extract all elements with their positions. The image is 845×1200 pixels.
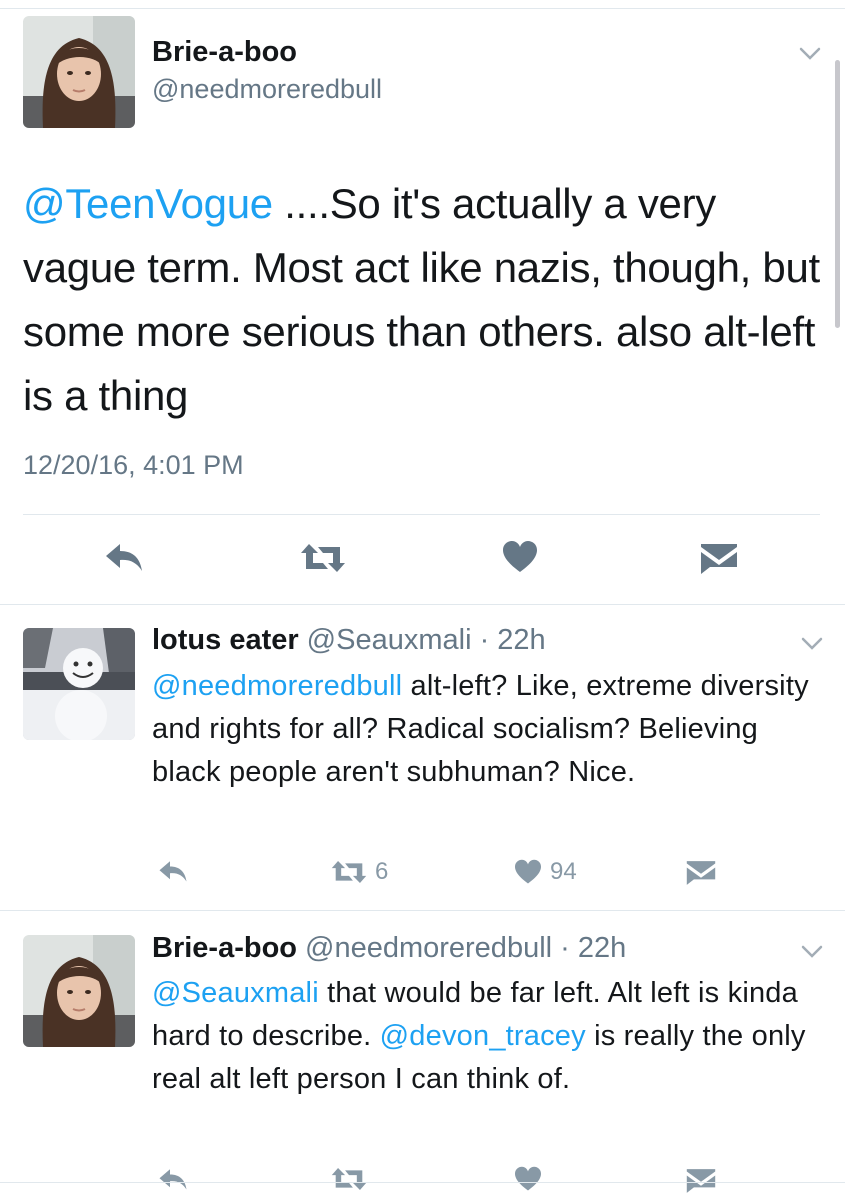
retweet-button[interactable]: 6	[331, 858, 388, 886]
divider	[0, 1182, 845, 1183]
reply-button[interactable]	[158, 858, 188, 884]
display-name[interactable]: Brie-a-boo	[152, 932, 297, 964]
direct-message-icon	[686, 861, 716, 885]
like-button[interactable]	[502, 540, 538, 574]
mention-link[interactable]: @needmoreredbull	[152, 670, 402, 702]
avatar-snowman-icon	[23, 628, 135, 740]
retweet-button[interactable]	[331, 1166, 367, 1192]
like-icon	[503, 541, 537, 572]
reply-text: @Seauxmali that would be far left. Alt l…	[152, 972, 832, 1101]
retweet-count: 6	[375, 858, 389, 885]
reply-button[interactable]	[104, 540, 144, 574]
mention-link[interactable]: @TeenVogue	[23, 180, 273, 227]
main-tweet: Brie-a-boo @needmoreredbull @TeenVogue .…	[0, 0, 845, 604]
avatar[interactable]	[23, 628, 135, 740]
like-button[interactable]	[514, 1166, 542, 1192]
direct-message-button[interactable]	[686, 860, 716, 886]
chevron-down-icon[interactable]	[800, 944, 824, 960]
avatar[interactable]	[23, 935, 135, 1047]
display-name[interactable]: lotus eater	[152, 624, 299, 656]
retweet-icon	[331, 1168, 367, 1190]
reply-icon	[159, 861, 187, 882]
direct-message-button[interactable]	[700, 543, 738, 575]
reply-header: lotus eater @Seauxmali · 22h	[152, 624, 546, 657]
avatar[interactable]	[23, 16, 135, 128]
divider	[0, 910, 845, 911]
like-button[interactable]: 94	[514, 858, 577, 886]
avatar-photo-icon	[23, 16, 135, 128]
reply-icon	[159, 1169, 187, 1190]
like-icon	[515, 1166, 541, 1191]
divider	[0, 604, 845, 605]
reply-button[interactable]	[158, 1166, 188, 1192]
handle-and-time[interactable]: @Seauxmali · 22h	[307, 624, 546, 656]
reply-icon	[106, 544, 142, 571]
display-name[interactable]: Brie-a-boo	[152, 36, 297, 69]
reply-text: @needmoreredbull alt-left? Like, extreme…	[152, 665, 832, 794]
handle[interactable]: @needmoreredbull	[152, 74, 382, 105]
like-count: 94	[550, 858, 577, 885]
chevron-down-icon[interactable]	[800, 636, 824, 652]
chevron-down-icon[interactable]	[798, 46, 822, 62]
retweet-button[interactable]	[300, 542, 346, 574]
tweet-text: @TeenVogue ....So it's actually a very v…	[23, 172, 823, 428]
mention-link[interactable]: @devon_tracey	[380, 1020, 586, 1052]
timestamp: 12/20/16, 4:01 PM	[23, 450, 244, 480]
mention-link[interactable]: @Seauxmali	[152, 977, 319, 1009]
like-icon	[515, 859, 541, 884]
direct-message-button[interactable]	[686, 1168, 716, 1194]
direct-message-icon	[686, 1169, 716, 1193]
divider	[23, 514, 820, 515]
retweet-icon	[331, 861, 367, 883]
handle-and-time[interactable]: @needmoreredbull · 22h	[305, 932, 626, 964]
reply-header: Brie-a-boo @needmoreredbull · 22h	[152, 932, 626, 965]
direct-message-icon	[701, 544, 737, 574]
retweet-icon	[301, 544, 345, 572]
avatar-photo-icon	[23, 935, 135, 1047]
